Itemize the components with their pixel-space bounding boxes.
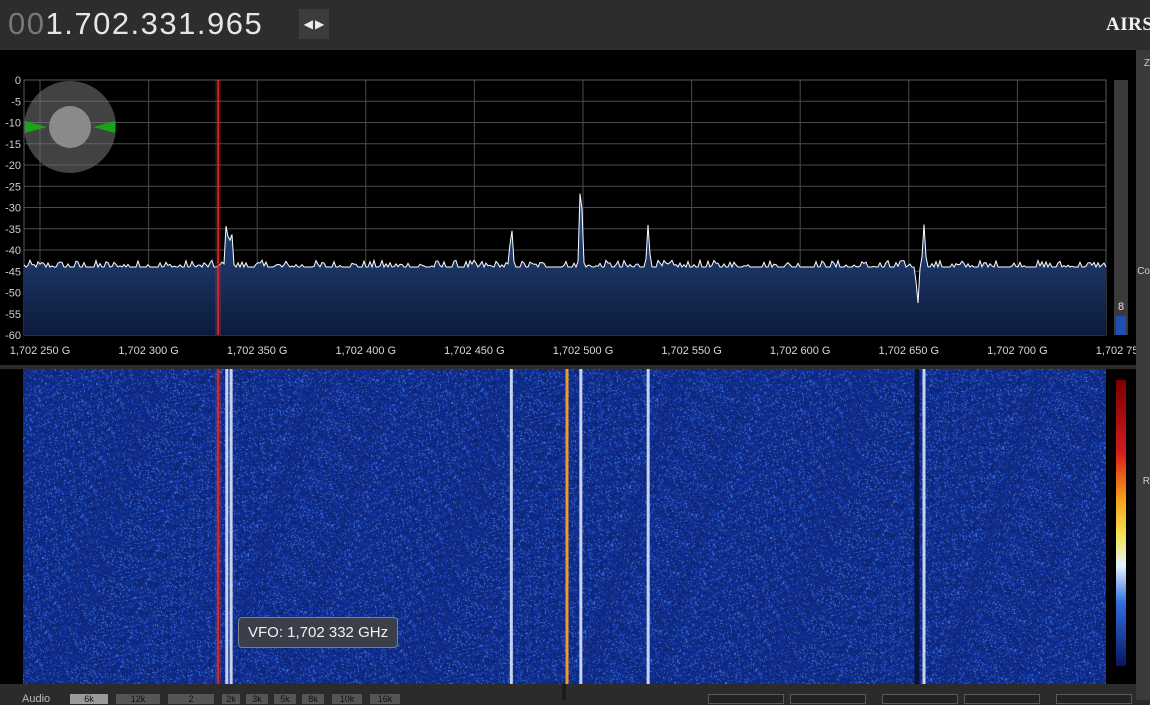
- y-tick-label: 0: [15, 75, 21, 87]
- signal-trace: [229, 369, 233, 684]
- spectrum-plot[interactable]: 0 -5 -10 -15 -20 -25 -30 -35 -40 -45 -50 -55 -60 1,70…: [0, 50, 1136, 365]
- y-tick-label: -30: [5, 203, 21, 215]
- y-tick-label: -45: [5, 266, 21, 278]
- signal-trace: [922, 369, 926, 684]
- zoom-joystick-knob: [49, 106, 91, 148]
- waterfall-color-scale: [1116, 380, 1126, 666]
- x-tick-label: 1,702 500 G: [553, 345, 614, 357]
- bandwidth-button[interactable]: 12k: [116, 694, 160, 704]
- control-box[interactable]: [790, 694, 866, 704]
- gain-slider-fill: [1116, 316, 1126, 335]
- x-tick-label: 1,702 300 G: [118, 345, 179, 357]
- y-tick-label: -10: [5, 118, 21, 130]
- x-tick-label: 1,702 750 G: [1096, 345, 1136, 357]
- right-side-panel[interactable]: Z Co R: [1136, 50, 1150, 700]
- control-box[interactable]: [882, 694, 958, 704]
- x-tick-label: 1,702 650 G: [879, 345, 940, 357]
- x-tick-label: 1,702 350 G: [227, 345, 288, 357]
- signal-trace: [579, 369, 583, 684]
- signal-trace: [225, 369, 229, 684]
- gain-value: 8: [1118, 301, 1124, 313]
- frequency-display[interactable]: 001.702.331.965: [8, 4, 263, 44]
- bandwidth-button[interactable]: 3k: [246, 694, 268, 704]
- control-box[interactable]: [1056, 694, 1132, 704]
- y-tick-label: -55: [5, 309, 21, 321]
- gain-slider-track: [1114, 80, 1128, 335]
- y-tick-label: -60: [5, 330, 21, 342]
- bandwidth-button[interactable]: 2k: [222, 694, 240, 704]
- bottom-controls: Audio 6k 12k 2 2k 3k 5k 8k 10k 16k: [0, 684, 1136, 705]
- right-panel-label: Co: [1137, 266, 1150, 277]
- y-tick-label: -40: [5, 245, 21, 257]
- waterfall-panel[interactable]: VFO: 1,702 332 GHz: [0, 369, 1136, 684]
- bandwidth-button[interactable]: 8k: [302, 694, 324, 704]
- waterfall-overlay: [215, 369, 1126, 684]
- tune-step-button[interactable]: ◀ ▶: [299, 9, 329, 39]
- y-tick-label: -20: [5, 160, 21, 172]
- frequency-leading-digits[interactable]: 00: [8, 6, 45, 41]
- y-tick-label: -25: [5, 181, 21, 193]
- airspy-logo: AIRSPY: [1106, 14, 1150, 35]
- x-tick-label: 1,702 550 G: [661, 345, 722, 357]
- x-tick-label: 1,702 450 G: [444, 345, 505, 357]
- spectrum-panel[interactable]: 0 -5 -10 -15 -20 -25 -30 -35 -40 -45 -50 -55 -60 1,70…: [0, 50, 1136, 365]
- frequency-digits[interactable]: 1.702.331.965: [45, 6, 263, 41]
- right-panel-label: Z: [1143, 58, 1150, 69]
- top-toolbar: 001.702.331.965 ◀▶ AIRSPY: [0, 0, 1150, 50]
- audio-label: Audio: [22, 693, 51, 705]
- bandwidth-button[interactable]: 2: [168, 694, 214, 704]
- arrow-left-icon[interactable]: ◀: [304, 18, 313, 30]
- dip-trace: [914, 369, 920, 684]
- bandwidth-button[interactable]: 16k: [370, 694, 400, 704]
- y-tick-label: -50: [5, 288, 21, 300]
- signal-trace: [646, 369, 650, 684]
- x-tick-label: 1,702 600 G: [770, 345, 831, 357]
- arrow-right-icon[interactable]: ▶: [315, 18, 324, 30]
- bottom-divider: [562, 684, 566, 700]
- y-tick-label: -15: [5, 139, 21, 151]
- x-tick-label: 1,702 250 G: [10, 345, 71, 357]
- control-box[interactable]: [964, 694, 1040, 704]
- bandwidth-button[interactable]: 5k: [274, 694, 296, 704]
- right-panel-label: R: [1142, 476, 1150, 487]
- bandwidth-button[interactable]: 10k: [332, 694, 362, 704]
- x-tick-label: 1,702 400 G: [336, 345, 397, 357]
- x-tick-label: 1,702 700 G: [987, 345, 1048, 357]
- bandwidth-button[interactable]: 6k: [70, 694, 108, 704]
- signal-trace: [509, 369, 513, 684]
- y-tick-label: -5: [11, 96, 21, 108]
- control-box[interactable]: [708, 694, 784, 704]
- y-tick-label: -35: [5, 224, 21, 236]
- vfo-tooltip: VFO: 1,702 332 GHz: [238, 617, 399, 648]
